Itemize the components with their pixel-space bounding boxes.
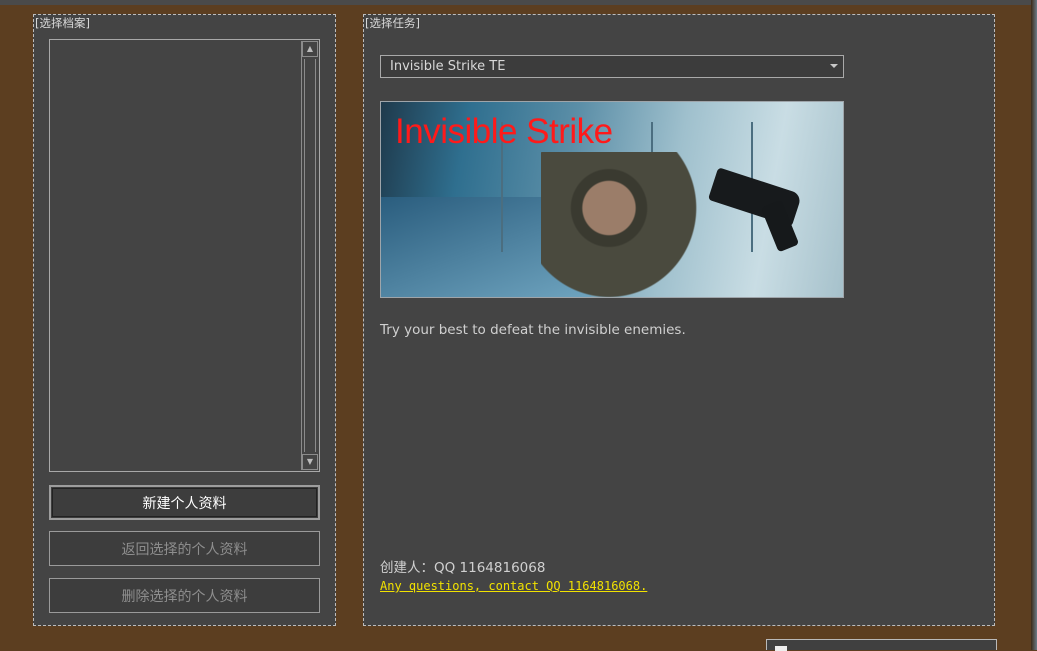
new-profile-label: 新建个人资料 <box>142 495 227 512</box>
scroll-down-button[interactable]: ▼ <box>302 454 318 470</box>
delete-profile-button[interactable]: 删除选择的个人资料 <box>49 578 320 613</box>
profile-selection-panel: [选择档案] ▲ ▼ 新建个人资料 返回选择的个人资料 删除选择的个人资料 <box>33 14 336 626</box>
contact-link[interactable]: Any questions, contact QQ 1164816068. <box>380 579 647 593</box>
top-bar <box>0 0 1037 5</box>
arrow-up-icon: ▲ <box>306 44 314 53</box>
mission-selection-panel: [选择任务] Invisible Strike TE Invisible Str… <box>363 14 995 626</box>
new-profile-button[interactable]: 新建个人资料 <box>49 485 320 520</box>
arrow-down-icon: ▼ <box>306 457 314 466</box>
mission-creator: 创建人：QQ 1164816068 <box>380 560 546 576</box>
banner-title: Invisible Strike <box>395 112 613 151</box>
mission-panel-title: [选择任务] <box>365 16 420 30</box>
scroll-track[interactable] <box>304 59 316 452</box>
delete-profile-label: 删除选择的个人资料 <box>121 588 248 605</box>
mission-select-value: Invisible Strike TE <box>390 59 506 74</box>
return-profile-label: 返回选择的个人资料 <box>121 541 248 558</box>
return-profile-button[interactable]: 返回选择的个人资料 <box>49 531 320 566</box>
profile-list-scrollbar[interactable]: ▲ ▼ <box>301 41 318 470</box>
mission-description: Try your best to defeat the invisible en… <box>380 322 686 338</box>
chevron-down-icon <box>830 64 838 68</box>
footer-control[interactable] <box>766 639 997 651</box>
profile-list[interactable]: ▲ ▼ <box>49 39 320 472</box>
window-edge <box>1031 0 1037 650</box>
banner-figure <box>541 152 711 297</box>
scroll-up-button[interactable]: ▲ <box>302 41 318 57</box>
profile-panel-title: [选择档案] <box>35 16 90 30</box>
footer-icon <box>775 646 787 651</box>
mission-select[interactable]: Invisible Strike TE <box>380 55 844 78</box>
mission-banner-image: Invisible Strike <box>380 101 844 298</box>
